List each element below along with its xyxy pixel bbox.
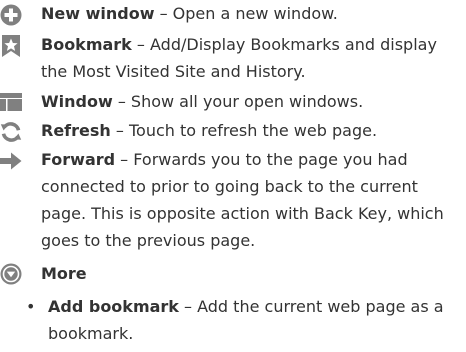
item-text: New window – Open a new window. xyxy=(41,0,464,27)
refresh-icon xyxy=(0,121,22,143)
item-description: – Show all your open windows. xyxy=(112,92,364,111)
item-term: Refresh xyxy=(41,121,111,140)
chevron-down-circle-icon xyxy=(0,263,22,285)
item-term: Bookmark xyxy=(41,35,132,54)
forward-arrow-icon xyxy=(0,150,22,172)
item-term: Window xyxy=(41,92,113,111)
bullet: • xyxy=(26,297,36,316)
item-text: Forward – Forwards you to the page you h… xyxy=(41,146,464,254)
bookmark-star-icon xyxy=(0,35,22,57)
item-term: More xyxy=(41,264,87,283)
item-text: Window – Show all your open windows. xyxy=(41,88,464,115)
item-description: – Touch to refresh the web page. xyxy=(110,121,378,140)
sub-item-term: Add bookmark xyxy=(48,297,179,316)
item-text: Bookmark – Add/Display Bookmarks and dis… xyxy=(41,31,464,85)
item-term: New window xyxy=(41,4,155,23)
item-description: – Open a new window. xyxy=(154,4,338,23)
plus-circle-icon xyxy=(0,4,22,26)
item-text: Refresh – Touch to refresh the web page. xyxy=(41,117,464,144)
sub-item-text: Add bookmark – Add the current web page … xyxy=(48,293,464,347)
item-text: More xyxy=(41,260,464,287)
windows-icon xyxy=(0,91,22,113)
item-term: Forward xyxy=(41,150,116,169)
